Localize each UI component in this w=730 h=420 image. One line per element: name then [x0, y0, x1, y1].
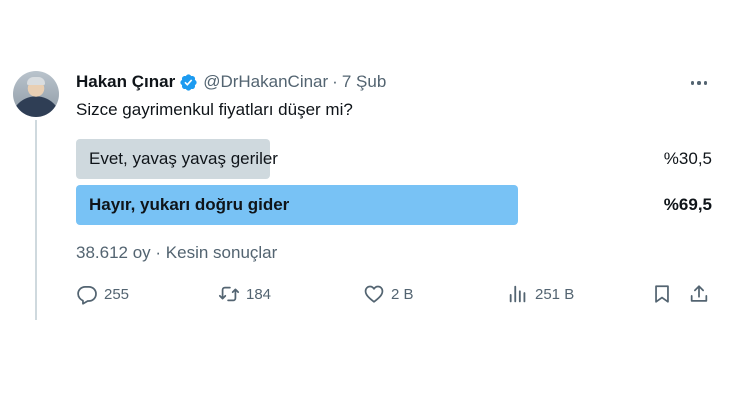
more-icon[interactable]: [688, 72, 710, 94]
share-icon: [690, 285, 708, 302]
retweet-count: 184: [246, 285, 272, 303]
reply-button[interactable]: 255: [76, 282, 129, 306]
bookmark-icon: [655, 285, 669, 303]
views-count: 251 B: [535, 285, 575, 303]
like-icon: [364, 285, 384, 303]
retweet-icon: [218, 286, 240, 302]
like-button[interactable]: 2 B: [363, 282, 414, 306]
reply-count: 255: [104, 285, 130, 303]
poll-option-percent: %69,5: [663, 195, 712, 214]
tweet-date[interactable]: 7 Şub: [342, 72, 386, 92]
separator-dot: ·: [332, 72, 338, 91]
poll-option-percent: %30,5: [663, 149, 712, 168]
bookmark-button[interactable]: [651, 282, 673, 306]
views-icon: [509, 285, 526, 303]
poll-option-winner: Hayır, yukarı doğru gider %69,5: [76, 185, 712, 225]
poll-option: Evet, yavaş yavaş geriler %30,5: [76, 139, 712, 179]
like-count: 2 B: [391, 285, 414, 303]
verified-badge-icon[interactable]: [179, 73, 198, 92]
poll-meta: 38.612 oy · Kesin sonuçlar: [76, 243, 278, 262]
retweet-button[interactable]: 184: [218, 282, 271, 306]
avatar[interactable]: [13, 71, 59, 117]
views-button[interactable]: 251 B: [507, 282, 574, 306]
author-name[interactable]: Hakan Çınar: [76, 72, 175, 92]
poll-option-label: Evet, yavaş yavaş geriler: [89, 149, 278, 168]
share-button[interactable]: [688, 282, 710, 306]
tweet-text: Sizce gayrimenkul fiyatları düşer mi?: [76, 100, 353, 119]
action-bar: 255 184 2 B 251 B: [76, 282, 712, 306]
author-handle[interactable]: @DrHakanCinar: [203, 72, 328, 92]
poll-option-label: Hayır, yukarı doğru gider: [89, 195, 290, 214]
thread-line: [35, 120, 37, 320]
tweet-header: Hakan Çınar @DrHakanCinar · 7 Şub: [76, 71, 386, 93]
reply-icon: [77, 285, 97, 305]
